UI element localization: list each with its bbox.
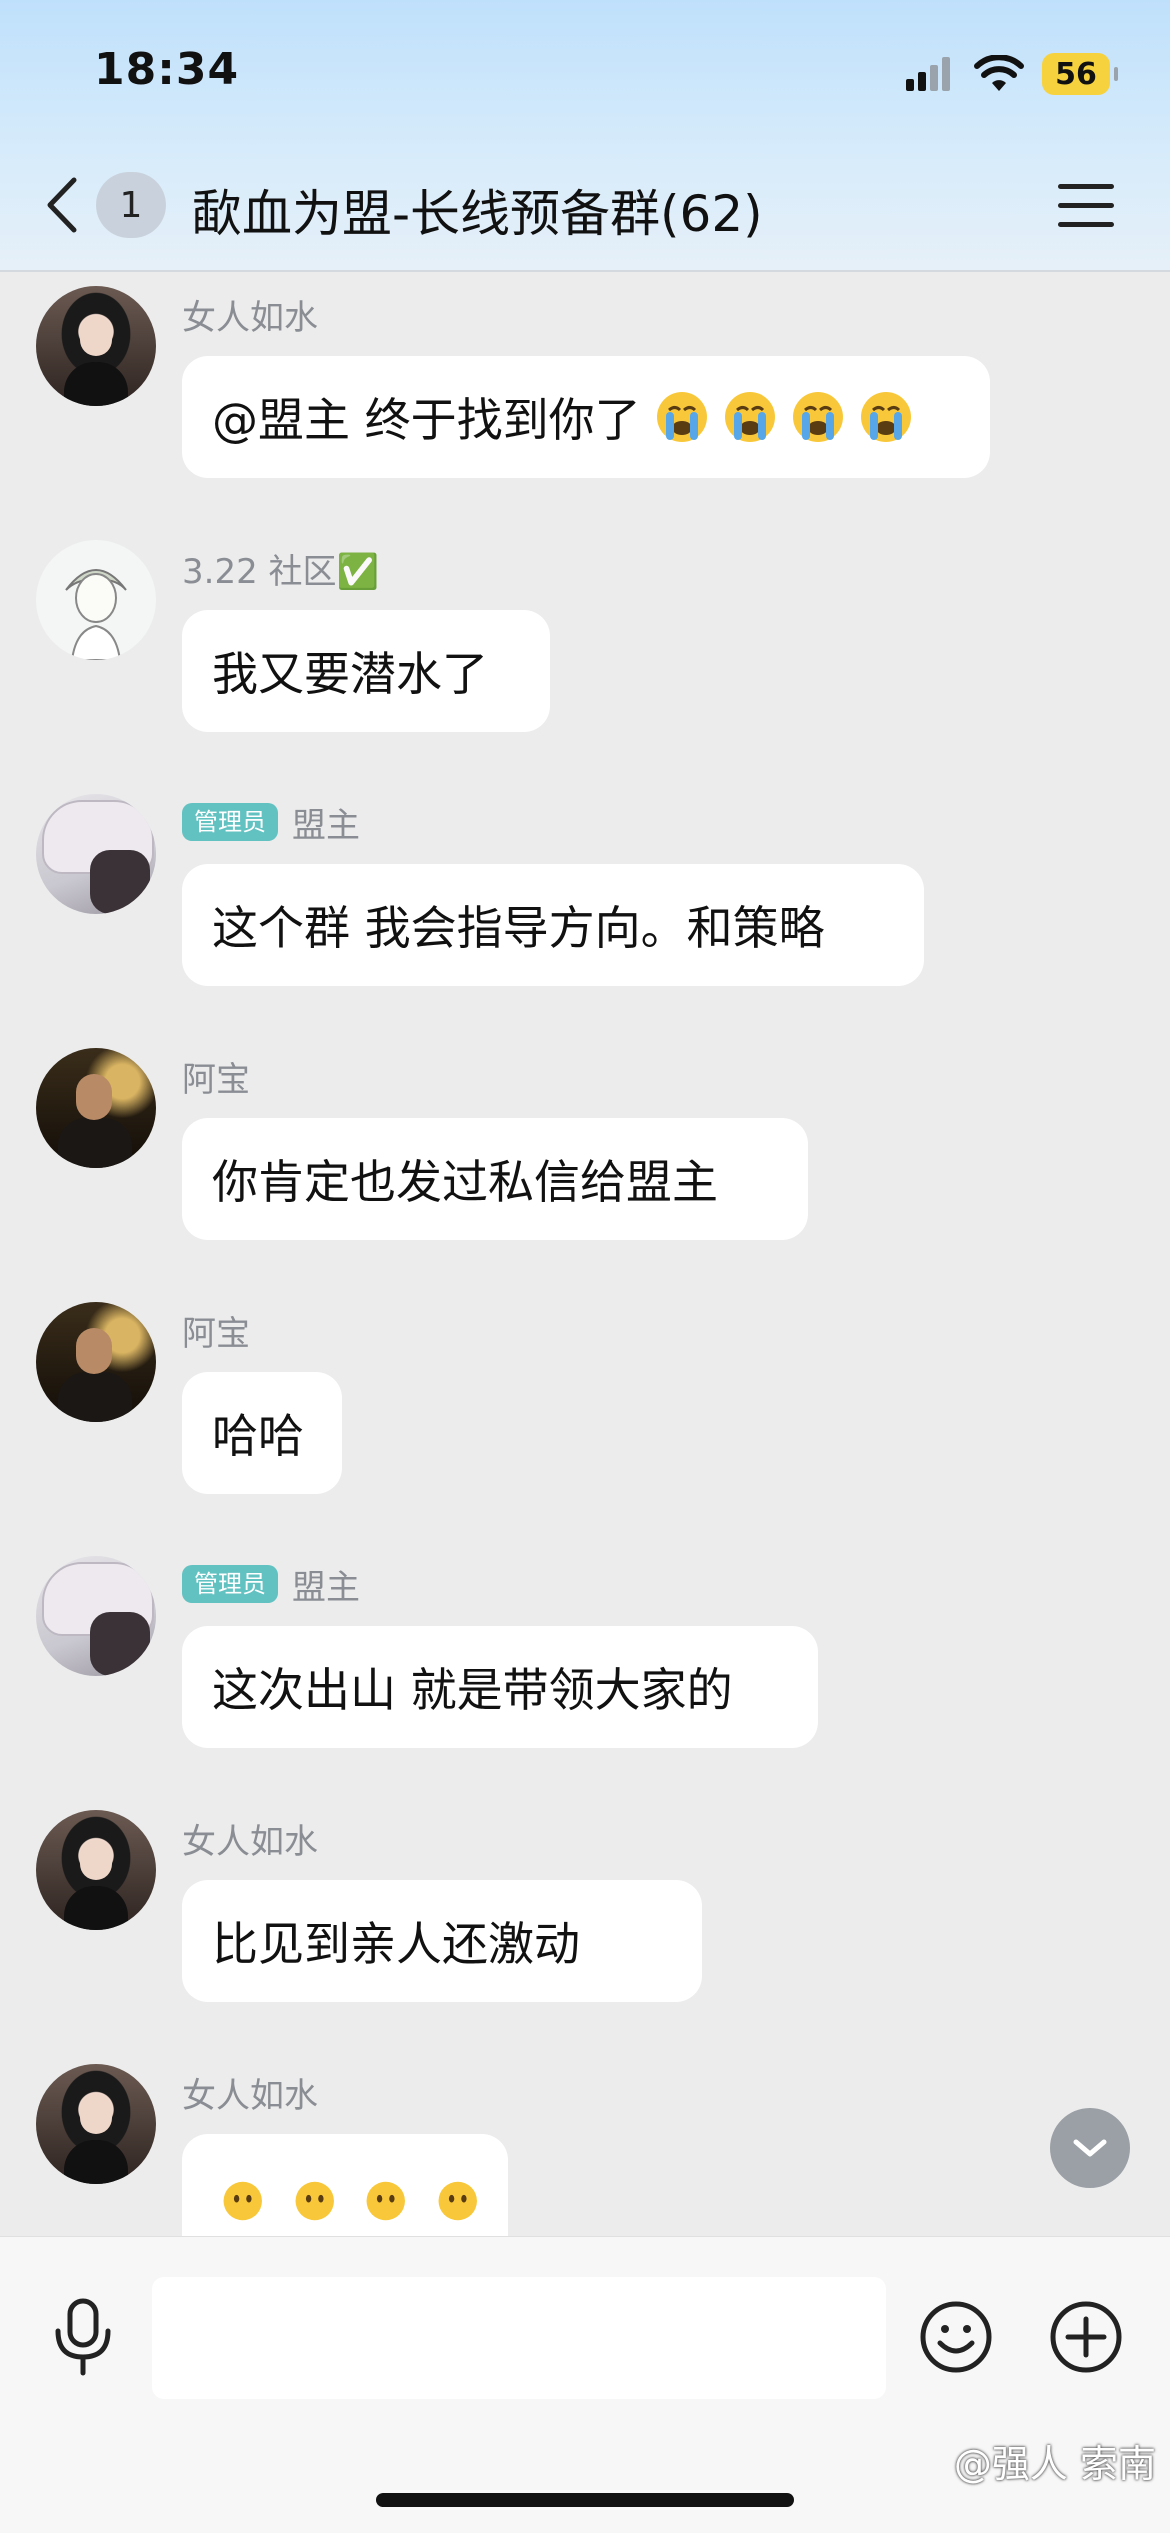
woman-avatar[interactable]	[36, 1810, 156, 1930]
unread-count-badge[interactable]: 1	[96, 172, 166, 238]
message-bubble[interactable]: @盟主 终于找到你了	[182, 356, 990, 478]
message-item: 3.22 社区✅ 我又要潜水了	[36, 526, 1136, 766]
face-without-mouth-icon	[223, 2181, 262, 2221]
battery-indicator: 56	[1042, 53, 1118, 95]
face-without-mouth-icon	[366, 2181, 405, 2221]
woman-avatar[interactable]	[36, 286, 156, 406]
message-bubble[interactable]: 我又要潜水了	[182, 610, 550, 732]
message-item: 女人如水 比见到亲人还激动	[36, 1796, 1136, 2036]
message-bubble[interactable]	[182, 2134, 508, 2236]
message-item: 女人如水 @盟主 终于找到你了	[36, 272, 1136, 512]
loudly-crying-face-icon	[792, 392, 843, 442]
message-text: 这个群 我会指导方向。和策略	[212, 901, 825, 955]
face-without-mouth-icon	[438, 2181, 477, 2221]
sender-name: 盟主	[292, 1567, 360, 1608]
sender-name: 女人如水	[182, 1821, 318, 1862]
status-icons: 56	[904, 50, 1118, 98]
anime-avatar[interactable]	[36, 794, 156, 914]
back-icon[interactable]	[38, 174, 88, 236]
message-bubble[interactable]: 你肯定也发过私信给盟主	[182, 1118, 808, 1240]
sender-name: 女人如水	[182, 2075, 318, 2116]
chat-title[interactable]: 歃血为盟-长线预备群(62)	[192, 174, 763, 246]
menu-icon[interactable]	[1058, 184, 1114, 228]
message-text: 我又要潜水了	[212, 647, 488, 701]
message-item: 管理员 盟主 这次出山 就是带领大家的	[36, 1542, 1136, 1782]
sender-name: 盟主	[292, 805, 360, 846]
emoji-icon[interactable]	[918, 2299, 994, 2375]
man-avatar[interactable]	[36, 1048, 156, 1168]
message-item: 管理员 盟主 这个群 我会指导方向。和策略	[36, 780, 1136, 1020]
home-indicator[interactable]	[376, 2493, 794, 2507]
message-input[interactable]	[152, 2277, 886, 2399]
loudly-crying-face-icon	[860, 392, 911, 442]
chevron-down-icon	[1073, 2139, 1107, 2157]
anime-avatar[interactable]	[36, 1556, 156, 1676]
loudly-crying-face-icon	[656, 392, 707, 442]
sketch-avatar[interactable]	[36, 540, 156, 660]
message-item: 阿宝 哈哈	[36, 1288, 1136, 1528]
wifi-icon	[974, 55, 1024, 91]
nav-bar: 1 歃血为盟-长线预备群(62)	[0, 160, 1170, 250]
message-text: 哈哈	[212, 1409, 304, 1463]
message-bubble[interactable]: 比见到亲人还激动	[182, 1880, 702, 2002]
message-bubble[interactable]: 哈哈	[182, 1372, 342, 1494]
message-bubble[interactable]: 这次出山 就是带领大家的	[182, 1626, 818, 1748]
microphone-icon[interactable]	[50, 2297, 116, 2377]
woman-avatar[interactable]	[36, 2064, 156, 2184]
man-avatar[interactable]	[36, 1302, 156, 1422]
message-bubble[interactable]: 这个群 我会指导方向。和策略	[182, 864, 924, 986]
admin-badge: 管理员	[182, 803, 278, 841]
message-list[interactable]: 女人如水 @盟主 终于找到你了 3.22 社区✅ 我又要潜水了 管理员 盟主 这…	[0, 272, 1170, 2236]
cellular-signal-icon	[906, 57, 950, 91]
message-text: @盟主 终于找到你了	[212, 393, 641, 447]
sender-name: 阿宝	[182, 1313, 250, 1354]
message-text: 你肯定也发过私信给盟主	[212, 1155, 718, 1209]
sender-name: 3.22 社区✅	[182, 551, 379, 592]
input-bar: @强人 索南	[0, 2236, 1170, 2533]
loudly-crying-face-icon	[724, 392, 775, 442]
scroll-to-bottom-button[interactable]	[1050, 2108, 1130, 2188]
message-text: 这次出山 就是带领大家的	[212, 1663, 733, 1717]
admin-badge: 管理员	[182, 1565, 278, 1603]
watermark: @强人 索南	[953, 2442, 1156, 2486]
message-item: 阿宝 你肯定也发过私信给盟主	[36, 1034, 1136, 1274]
message-text: 比见到亲人还激动	[212, 1917, 580, 1971]
sender-name: 女人如水	[182, 297, 318, 338]
chat-header: 18:34 56 1 歃血为盟-长线预备群(62)	[0, 0, 1170, 272]
face-without-mouth-icon	[295, 2181, 334, 2221]
status-time: 18:34	[94, 44, 240, 95]
sender-name: 阿宝	[182, 1059, 250, 1100]
message-item: 女人如水	[36, 2050, 1136, 2236]
plus-icon[interactable]	[1048, 2299, 1124, 2375]
